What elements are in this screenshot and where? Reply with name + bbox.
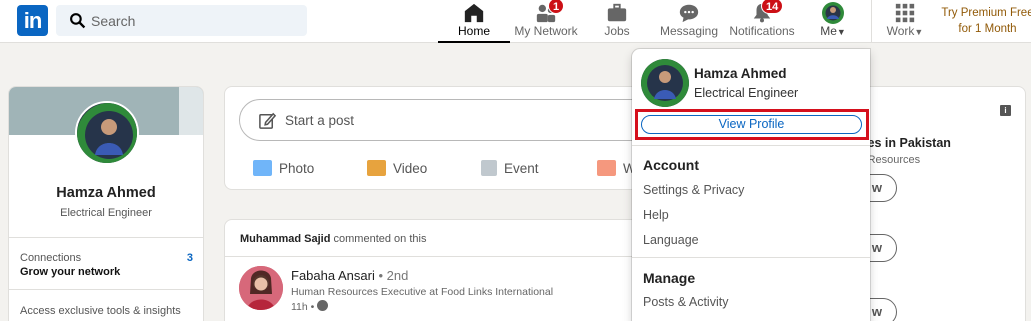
profile-avatar[interactable] <box>75 101 139 165</box>
start-post-button[interactable]: Start a post <box>239 99 659 141</box>
view-profile-button[interactable]: View Profile <box>641 115 862 134</box>
photo-icon <box>253 160 272 176</box>
nav-jobs[interactable]: Jobs <box>592 0 642 43</box>
notifications-badge: 14 <box>761 0 784 14</box>
feed-context: Muhammad Sajid commented on this <box>240 233 426 245</box>
nav-home[interactable]: Home <box>438 0 510 43</box>
grid-icon <box>895 3 915 23</box>
event-button[interactable]: Event <box>481 160 539 176</box>
home-icon <box>464 3 484 23</box>
nav-my-network[interactable]: 1 My Network <box>514 0 578 43</box>
nav-my-network-label: My Network <box>514 24 578 38</box>
article-icon <box>597 160 616 176</box>
nav-jobs-label: Jobs <box>604 24 630 38</box>
nav-me-text: Me <box>820 24 837 38</box>
write-article-button[interactable]: W <box>597 160 636 176</box>
video-button[interactable]: Video <box>367 160 427 176</box>
nav-home-label: Home <box>457 24 490 38</box>
connections-count[interactable]: 3 <box>187 252 193 264</box>
posts-activity-item[interactable]: Posts & Activity <box>643 295 728 309</box>
nav-notifications[interactable]: 14 Notifications <box>728 0 796 43</box>
chevron-down-icon: ▼ <box>914 27 924 37</box>
nav-work-label: Work▼ <box>884 24 926 38</box>
divider <box>225 256 643 257</box>
search-input[interactable]: Search <box>56 5 307 36</box>
nav-me[interactable]: Me▼ <box>812 0 854 43</box>
avatar-image-icon <box>77 103 137 163</box>
premium-link[interactable]: Try Premium Free for 1 Month <box>940 5 1031 37</box>
author-name-text: Fabaha Ansari <box>291 268 375 283</box>
pencil-icon <box>259 112 277 129</box>
nav-messaging[interactable]: Messaging <box>660 0 718 43</box>
event-icon <box>481 160 497 176</box>
linkedin-logo[interactable]: in <box>17 5 48 36</box>
author-avatar[interactable] <box>239 266 283 310</box>
nav-divider <box>871 0 872 43</box>
briefcase-icon <box>607 3 627 22</box>
divider <box>9 289 203 290</box>
manage-header: Manage <box>643 270 696 286</box>
profile-cover-accent <box>179 87 203 135</box>
dropdown-avatar[interactable] <box>641 59 689 107</box>
video-icon <box>367 160 386 176</box>
author-photo-icon <box>239 266 283 310</box>
premium-access-text[interactable]: Access exclusive tools & insights <box>20 305 181 317</box>
account-header: Account <box>643 157 699 173</box>
event-label: Event <box>504 161 539 176</box>
search-icon <box>70 13 86 29</box>
profile-title: Electrical Engineer <box>60 207 152 219</box>
network-badge: 1 <box>548 0 565 14</box>
highlight-box: View Profile <box>635 109 869 140</box>
settings-privacy-item[interactable]: Settings & Privacy <box>643 183 744 197</box>
share-box: Start a post Photo Video Event W <box>224 86 659 190</box>
search-placeholder: Search <box>91 13 136 29</box>
info-icon[interactable]: i <box>1000 105 1011 116</box>
help-item[interactable]: Help <box>643 208 669 222</box>
nav-notifications-label: Notifications <box>729 24 795 38</box>
photo-label: Photo <box>279 161 315 176</box>
avatar-icon <box>822 2 844 24</box>
profile-card: Hamza Ahmed Electrical Engineer Connecti… <box>8 86 204 321</box>
top-navbar: in Search Home 1 My Network Jobs Messagi… <box>0 0 1031 43</box>
photo-button[interactable]: Photo <box>253 160 314 176</box>
post-time-text: 11h • <box>291 301 315 313</box>
me-dropdown-menu: Hamza Ahmed Electrical Engineer View Pro… <box>632 49 870 321</box>
connection-degree: • 2nd <box>378 268 409 283</box>
divider <box>9 237 203 238</box>
dropdown-title: Electrical Engineer <box>694 86 799 100</box>
nav-messaging-label: Messaging <box>660 24 719 38</box>
feed-post: Muhammad Sajid commented on this Fabaha … <box>224 219 644 321</box>
divider <box>632 257 870 258</box>
author-headline: Human Resources Executive at Food Links … <box>291 286 554 298</box>
author-name[interactable]: Fabaha Ansari • 2nd <box>291 268 408 283</box>
divider <box>632 145 870 146</box>
messaging-icon <box>679 4 699 23</box>
language-item[interactable]: Language <box>643 233 699 247</box>
start-post-label: Start a post <box>285 113 355 128</box>
dropdown-name: Hamza Ahmed <box>694 66 787 81</box>
nav-work-text: Work <box>886 24 915 38</box>
post-time: 11h • <box>291 300 329 313</box>
connections-label[interactable]: Connections <box>20 252 81 264</box>
avatar-image-icon <box>641 59 689 107</box>
nav-work[interactable]: Work▼ <box>884 0 926 43</box>
nav-me-label: Me▼ <box>812 24 854 38</box>
commenter-name[interactable]: Muhammad Sajid <box>240 233 330 245</box>
video-label: Video <box>393 161 428 176</box>
profile-name[interactable]: Hamza Ahmed <box>9 185 203 201</box>
context-action: commented on this <box>333 233 427 245</box>
chevron-down-icon: ▼ <box>836 27 846 37</box>
grow-network-link[interactable]: Grow your network <box>20 266 120 278</box>
globe-icon <box>317 300 329 311</box>
